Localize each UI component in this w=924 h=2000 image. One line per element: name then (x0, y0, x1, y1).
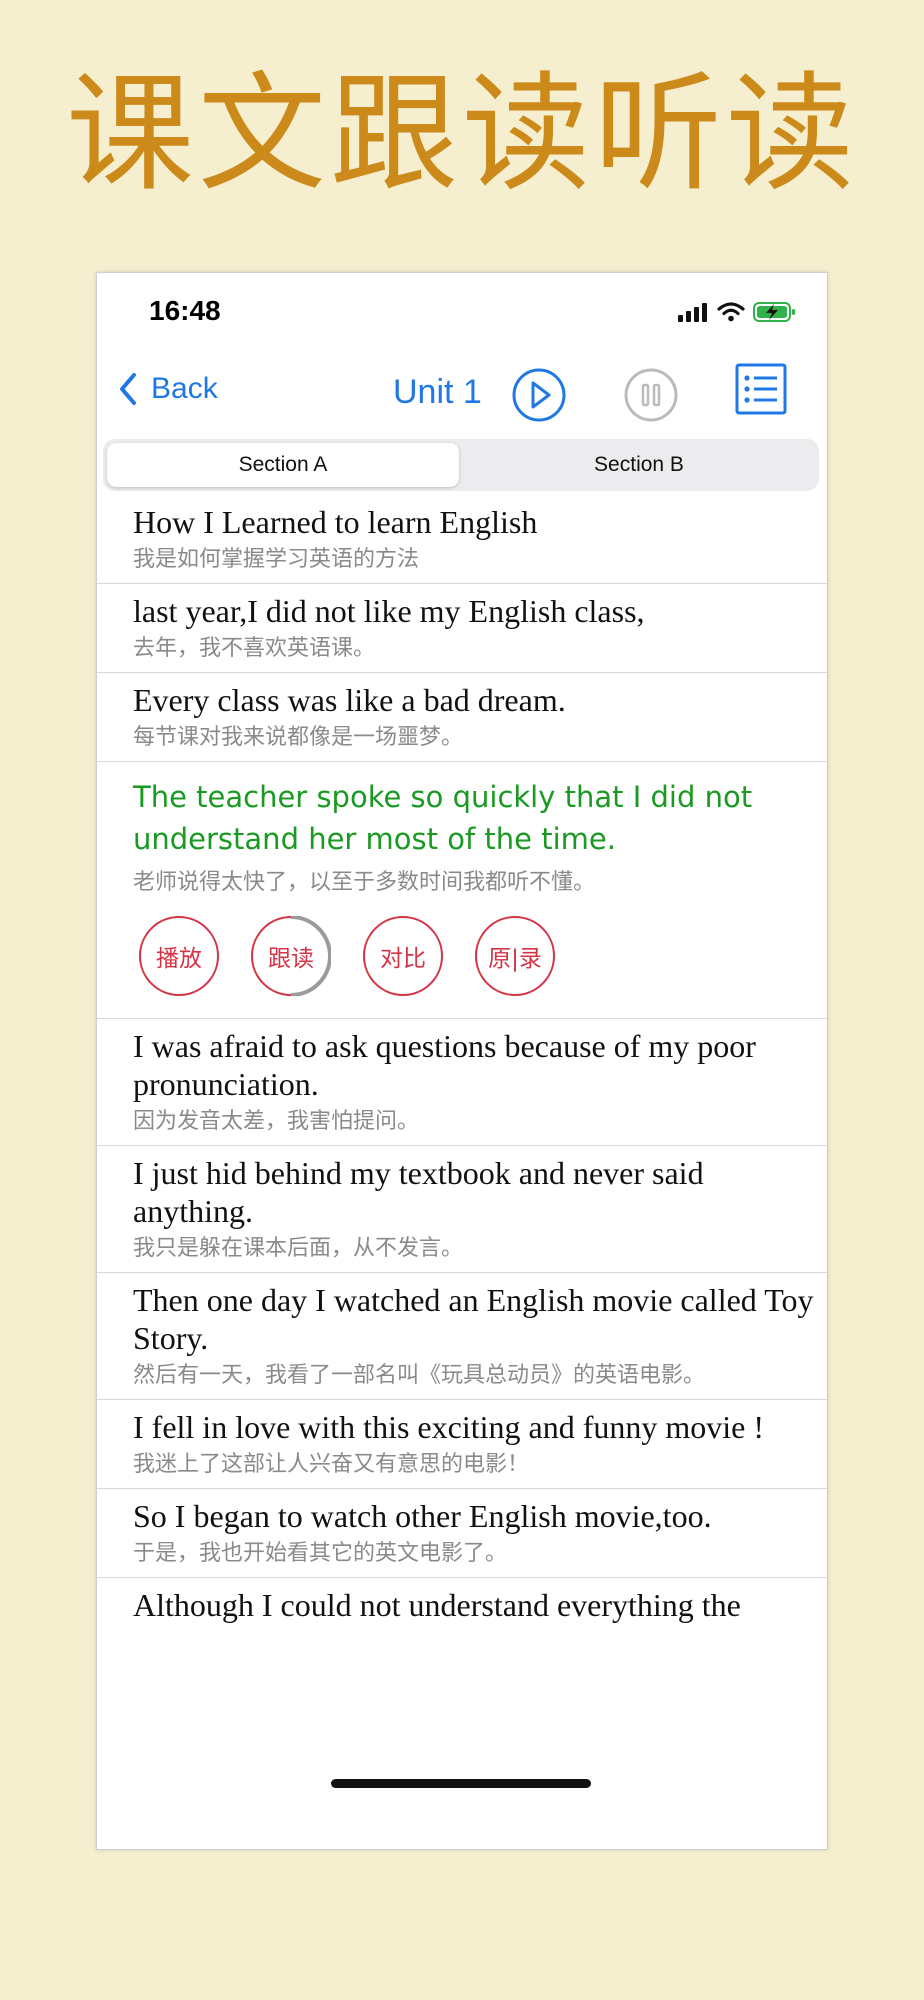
sentence-chinese: 然后有一天，我看了一部名叫《玩具总动员》的英语电影。 (133, 1363, 706, 1388)
sentence-english: I was afraid to ask questions because of… (133, 1028, 756, 1102)
sentence-english: Every class was like a bad dream. (133, 682, 566, 718)
phone-screen: 16:48 Back Unit 1 Section A Section B Ho… (96, 272, 828, 1850)
sentence-item[interactable]: I fell in love with this exciting and fu… (97, 1400, 827, 1489)
sentence-english: Although I could not understand everythi… (133, 1587, 741, 1623)
sentence-item[interactable]: How I Learned to learn English 我是如何掌握学习英… (97, 495, 827, 584)
section-segmented-control: Section A Section B (103, 439, 819, 491)
sentence-item[interactable]: I just hid behind my textbook and never … (97, 1146, 827, 1273)
play-sentence-button[interactable]: 播放 (139, 916, 219, 996)
original-record-button[interactable]: 原|录 (475, 916, 555, 996)
sentence-item[interactable]: I was afraid to ask questions because of… (97, 1019, 827, 1146)
sentence-english: The teacher spoke so quickly that I did … (133, 780, 753, 856)
sentence-item[interactable]: Although I could not understand everythi… (97, 1578, 827, 1632)
sentence-item[interactable]: So I began to watch other English movie,… (97, 1489, 827, 1578)
sentence-item[interactable]: last year,I did not like my English clas… (97, 584, 827, 673)
sentence-chinese: 老师说得太快了，以至于多数时间我都听不懂。 (133, 870, 596, 895)
sentence-controls: 播放 跟读 对比 原|录 (139, 916, 827, 996)
follow-read-button[interactable]: 跟读 (251, 916, 331, 996)
sentence-english: I just hid behind my textbook and never … (133, 1155, 704, 1229)
compare-button[interactable]: 对比 (363, 916, 443, 996)
sentence-chinese: 每节课对我来说都像是一场噩梦。 (133, 725, 464, 750)
sentence-item-active[interactable]: The teacher spoke so quickly that I did … (97, 762, 827, 1019)
chevron-left-icon (120, 373, 136, 405)
sentence-chinese: 去年，我不喜欢英语课。 (133, 636, 376, 661)
sentence-english: How I Learned to learn English (133, 504, 538, 540)
tab-section-a[interactable]: Section A (107, 443, 459, 487)
banner-title: 课文跟读听读 (65, 60, 858, 209)
sentence-english: I fell in love with this exciting and fu… (133, 1409, 764, 1445)
sentence-chinese: 我只是躲在课本后面，从不发言。 (133, 1236, 464, 1261)
status-bar: 16:48 (97, 273, 827, 353)
sentence-item[interactable]: Every class was like a bad dream. 每节课对我来… (97, 673, 827, 762)
sentence-english: last year,I did not like my English clas… (133, 593, 645, 629)
sentence-chinese: 因为发音太差，我害怕提问。 (133, 1109, 420, 1134)
cellular-signal-icon (678, 303, 707, 322)
list-menu-button[interactable] (735, 363, 787, 415)
status-icons (677, 301, 797, 323)
home-indicator[interactable] (331, 1779, 591, 1788)
navigation-bar: Back Unit 1 (97, 363, 827, 433)
play-all-button[interactable] (511, 367, 567, 423)
sentence-item[interactable]: Then one day I watched an English movie … (97, 1273, 827, 1400)
status-time: 16:48 (149, 295, 221, 326)
battery-charging-icon (753, 302, 795, 322)
tab-section-b[interactable]: Section B (463, 443, 815, 487)
sentence-list[interactable]: How I Learned to learn English 我是如何掌握学习英… (97, 495, 827, 1681)
sentence-chinese: 于是，我也开始看其它的英文电影了。 (133, 1541, 508, 1566)
back-label: Back (151, 372, 218, 405)
progress-arc-icon (290, 916, 331, 996)
sentence-chinese: 我迷上了这部让人兴奋又有意思的电影！ (133, 1452, 530, 1477)
sentence-english: So I began to watch other English movie,… (133, 1498, 712, 1534)
back-button[interactable]: Back (117, 371, 218, 407)
sentence-chinese: 我是如何掌握学习英语的方法 (133, 547, 420, 572)
sentence-english: Then one day I watched an English movie … (133, 1282, 814, 1356)
nav-title: Unit 1 (393, 373, 482, 411)
wifi-icon (717, 302, 745, 322)
pause-button[interactable] (623, 367, 679, 423)
